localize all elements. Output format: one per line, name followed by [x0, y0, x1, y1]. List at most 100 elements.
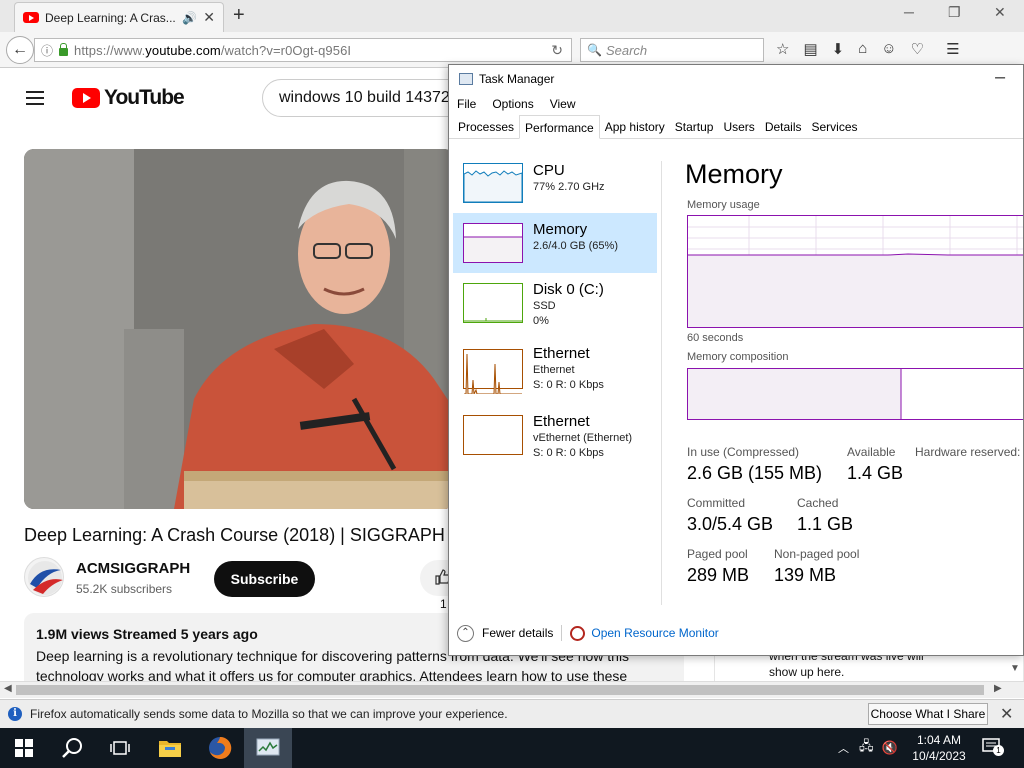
- tab-processes[interactable]: Processes: [453, 115, 519, 138]
- resource-detail: 77% 2.70 GHz: [533, 181, 605, 193]
- search-icon: [62, 738, 82, 758]
- fewer-details-button[interactable]: ⌃ Fewer details: [457, 624, 553, 642]
- file-explorer-button[interactable]: [146, 728, 194, 768]
- youtube-logo[interactable]: YouTube: [72, 86, 185, 110]
- resource-detail: 0%: [533, 315, 549, 327]
- resource-name: Memory: [533, 221, 588, 238]
- reading-list-icon[interactable]: ▤: [803, 40, 817, 58]
- channel-avatar[interactable]: [24, 557, 64, 597]
- page-scroll-down-icon[interactable]: ▼: [1010, 663, 1020, 674]
- subscribe-button[interactable]: Subscribe: [214, 561, 315, 597]
- minimize-button[interactable]: ─: [995, 69, 1005, 85]
- resource-name: CPU: [533, 162, 565, 179]
- speaker-icon[interactable]: 🔊: [182, 11, 197, 25]
- resource-detail: 2.6/4.0 GB (65%): [533, 240, 618, 252]
- task-manager-titlebar: Task Manager ─: [449, 65, 1023, 93]
- available-value: 1.4 GB: [847, 463, 904, 483]
- close-notification-icon[interactable]: ✕: [1000, 704, 1013, 724]
- open-resource-monitor-link[interactable]: Open Resource Monitor: [570, 625, 719, 641]
- memory-composition-bar: [687, 368, 1023, 420]
- menu-bar: File Options View: [449, 93, 1023, 115]
- info-circle-icon: i: [8, 707, 22, 721]
- scroll-right-icon[interactable]: ▶: [994, 683, 1002, 694]
- committed-label: Committed: [687, 496, 746, 510]
- start-button[interactable]: [0, 728, 48, 768]
- browser-nav-bar: ← ⓘ https://www.youtube.com/watch?v=r0Og…: [0, 32, 1024, 68]
- firefox-icon: [209, 736, 232, 759]
- in-use-value: 2.6 GB (155 MB): [687, 463, 823, 483]
- task-manager-icon: [256, 738, 280, 756]
- reload-icon[interactable]: ↻: [551, 42, 563, 59]
- tab-startup[interactable]: Startup: [670, 115, 719, 138]
- resource-detail: Ethernet: [533, 364, 575, 376]
- close-window-button[interactable]: ✕: [994, 4, 1006, 21]
- resource-ethernet-1[interactable]: Ethernet Ethernet S: 0 R: 0 Kbps: [453, 341, 657, 405]
- video-player[interactable]: [24, 149, 454, 509]
- memory-usage-label: Memory usage: [687, 199, 760, 211]
- memory-composition-label: Memory composition: [687, 351, 789, 363]
- clock-time: 1:04 AM: [916, 733, 962, 747]
- resource-disk[interactable]: Disk 0 (C:) SSD 0%: [453, 277, 657, 337]
- memory-heading: Memory: [685, 159, 783, 189]
- menu-hamburger-icon[interactable]: [26, 91, 44, 105]
- resource-monitor-icon: [570, 625, 586, 641]
- tab-performance[interactable]: Performance: [519, 115, 600, 139]
- tab-services[interactable]: Services: [807, 115, 863, 138]
- firefox-button[interactable]: [196, 728, 244, 768]
- channel-subscribers: 55.2K subscribers: [76, 582, 173, 596]
- new-tab-button[interactable]: +: [233, 4, 245, 27]
- scrollbar-thumb[interactable]: [16, 685, 984, 695]
- description-line: technology works and what it offers us f…: [36, 668, 628, 681]
- toolbar-icons: ☆ ▤ ⬇ ⌂ ☺ ♡ ☰: [776, 40, 960, 58]
- windows-logo-icon: [15, 739, 33, 757]
- menu-options[interactable]: Options: [492, 97, 533, 111]
- hello-icon[interactable]: ☺: [881, 40, 896, 58]
- tab-users[interactable]: Users: [718, 115, 759, 138]
- clock-date: 10/4/2023: [912, 749, 966, 763]
- downloads-icon[interactable]: ⬇: [832, 40, 845, 58]
- network-icon[interactable]: 🖧: [859, 737, 874, 759]
- browser-tab[interactable]: Deep Learning: A Cras... 🔊 ✕: [14, 2, 224, 32]
- resource-cpu[interactable]: CPU 77% 2.70 GHz: [453, 157, 657, 213]
- task-view-button[interactable]: [96, 728, 144, 768]
- menu-view[interactable]: View: [550, 97, 576, 111]
- tab-details[interactable]: Details: [760, 115, 807, 138]
- window-title: Task Manager: [479, 72, 555, 86]
- scroll-left-icon[interactable]: ◀: [4, 683, 12, 694]
- resource-name: Disk 0 (C:): [533, 281, 604, 298]
- panel-divider: [661, 161, 662, 605]
- tab-app-history[interactable]: App history: [600, 115, 670, 138]
- resource-detail: SSD: [533, 300, 556, 312]
- search-bar[interactable]: 🔍 Search: [580, 38, 764, 62]
- cpu-mini-graph: [463, 163, 523, 203]
- search-engine-icon[interactable]: 🔍: [587, 43, 602, 57]
- url-bar[interactable]: ⓘ https://www.youtube.com/watch?v=r0Ogt-…: [34, 38, 572, 62]
- action-center-button[interactable]: 1: [982, 738, 1004, 756]
- restore-window-button[interactable]: ❐: [948, 4, 961, 21]
- tab-strip: Processes Performance App history Startu…: [449, 115, 1023, 139]
- search-button[interactable]: [48, 728, 96, 768]
- close-tab-icon[interactable]: ✕: [203, 9, 215, 26]
- pocket-icon[interactable]: ♡: [911, 40, 924, 58]
- choose-what-i-share-button[interactable]: Choose What I Share: [868, 703, 988, 725]
- menu-file[interactable]: File: [457, 97, 476, 111]
- chevron-up-icon[interactable]: ︿: [838, 740, 849, 756]
- horizontal-scrollbar[interactable]: ◀ ▶: [0, 681, 1024, 698]
- task-manager-taskbar-button[interactable]: [244, 728, 292, 768]
- menu-icon[interactable]: ☰: [946, 40, 959, 58]
- resource-ethernet-2[interactable]: Ethernet vEthernet (Ethernet) S: 0 R: 0 …: [453, 409, 657, 473]
- bookmark-star-icon[interactable]: ☆: [776, 40, 789, 58]
- minimize-window-button[interactable]: ─: [904, 4, 914, 20]
- back-button[interactable]: ←: [6, 36, 34, 64]
- home-icon[interactable]: ⌂: [858, 40, 867, 58]
- channel-name[interactable]: ACMSIGGRAPH: [76, 560, 190, 577]
- volume-muted-icon[interactable]: 🔇: [882, 740, 898, 756]
- clock[interactable]: 1:04 AM 10/4/2023: [908, 732, 970, 764]
- lock-icon[interactable]: [59, 42, 69, 56]
- memory-usage-graph: [687, 215, 1023, 328]
- resource-memory[interactable]: Memory 2.6/4.0 GB (65%): [453, 213, 657, 273]
- youtube-wordmark: YouTube: [104, 86, 185, 109]
- info-icon[interactable]: ⓘ: [41, 42, 53, 59]
- url-text: https://www.youtube.com/watch?v=r0Ogt-q9…: [74, 42, 352, 58]
- time-span-label: 60 seconds: [687, 332, 744, 344]
